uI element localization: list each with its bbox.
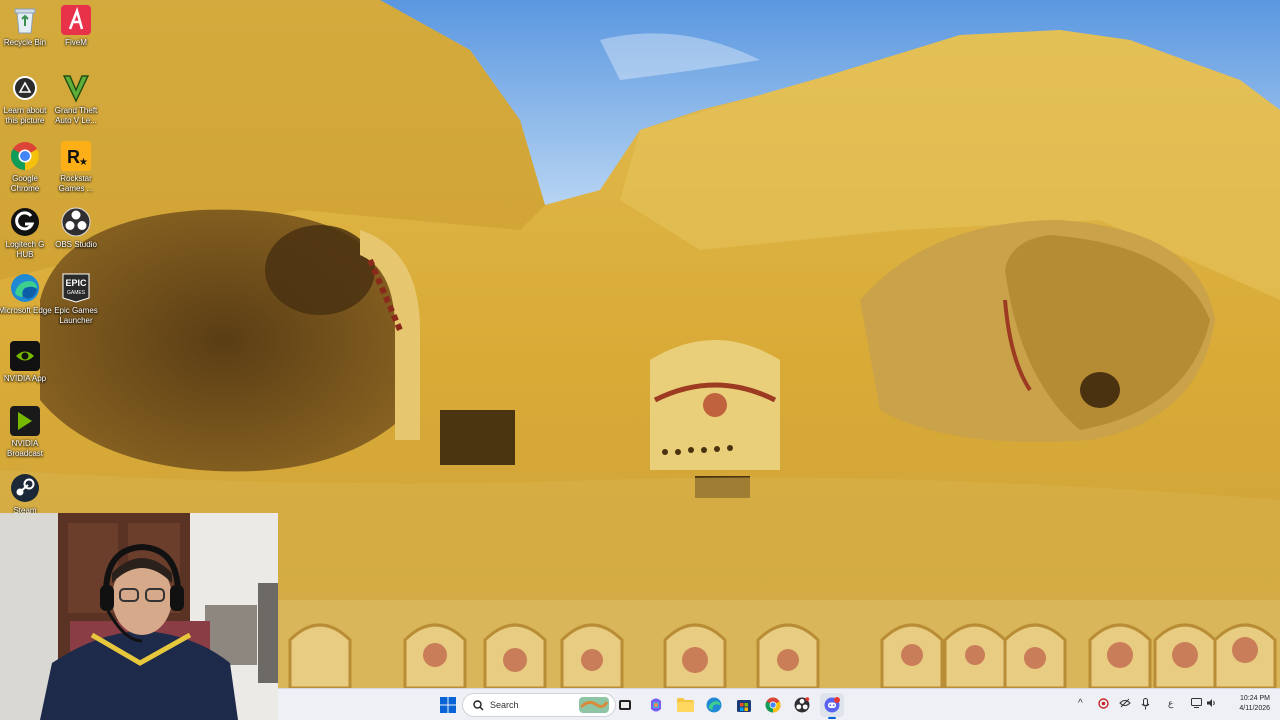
copilot-icon <box>651 698 661 712</box>
desktop-icon-obs-studio[interactable]: OBS Studio <box>51 206 101 250</box>
svg-text:EPIC: EPIC <box>65 278 87 288</box>
desktop-icon-label: Recycle Bin <box>3 38 47 47</box>
start-button[interactable] <box>436 693 460 717</box>
copilot-button[interactable] <box>644 693 668 717</box>
desktop-icon-logitech-g-hub[interactable]: Logitech G HUB <box>0 206 50 260</box>
taskbar-search-box[interactable]: Search <box>462 693 616 717</box>
desktop-icon-gta-v[interactable]: Grand Theft Auto V Le... <box>51 72 101 126</box>
search-icon <box>473 699 484 710</box>
discord-icon <box>824 697 840 713</box>
taskbar-clock[interactable]: 10:24 PM 4/11/2026 <box>1239 694 1270 714</box>
svg-text:GAMES: GAMES <box>67 290 86 296</box>
taskbar-edge-button[interactable] <box>702 693 726 717</box>
desktop-icon-label: Microsoft Edge <box>0 306 52 315</box>
desktop-icon-recycle-bin[interactable]: Recycle Bin <box>0 4 50 48</box>
desktop-icon-google-chrome[interactable]: Google Chrome <box>0 140 50 194</box>
microphone-icon[interactable] <box>1141 698 1150 713</box>
windows-logo-icon <box>440 697 456 713</box>
desktop-icon-steam[interactable]: Steam <box>0 472 50 516</box>
info-camera-icon <box>9 72 41 104</box>
nvidia-broadcast-icon <box>9 405 41 437</box>
desktop-icon-label: Rockstar Games ... <box>58 174 94 193</box>
taskbar: Search ^ ع 10:24 PM 4/11/2026 <box>278 688 1280 720</box>
taskbar-discord-button[interactable] <box>820 693 844 719</box>
obs-icon <box>794 697 810 713</box>
nvidia-icon <box>9 340 41 372</box>
desktop-icon-label: OBS Studio <box>55 240 97 249</box>
obs-icon <box>60 206 92 238</box>
task-view-icon <box>619 700 631 710</box>
gta-v-icon <box>60 72 92 104</box>
edge-icon <box>9 272 41 304</box>
store-icon <box>737 700 751 712</box>
microsoft-store-button[interactable] <box>732 693 756 717</box>
rockstar-icon: R ★ <box>60 140 92 172</box>
clock-time: 10:24 PM <box>1240 695 1270 702</box>
desktop-icon-epic-games[interactable]: EPIC GAMES Epic Games Launcher <box>51 272 101 326</box>
logitech-g-icon <box>9 206 41 238</box>
desktop-icon-label: FiveM <box>65 38 87 47</box>
display-icon[interactable] <box>1191 698 1202 711</box>
chrome-icon <box>9 140 41 172</box>
desktop-icon-label: Grand Theft Auto V Le... <box>54 106 98 125</box>
desktop-icon-rockstar-games[interactable]: R ★ Rockstar Games ... <box>51 140 101 194</box>
taskbar-obs-button[interactable] <box>790 693 814 717</box>
search-label: Search <box>490 700 519 710</box>
clock-date: 4/11/2026 <box>1239 705 1270 712</box>
tray-eye-off-icon[interactable] <box>1119 698 1131 711</box>
desktop-icon-microsoft-edge[interactable]: Microsoft Edge <box>0 272 52 316</box>
desktop-icon-nvidia-app[interactable]: NVIDIA App <box>0 340 50 384</box>
recycle-bin-icon <box>9 4 41 36</box>
search-highlight-icon <box>579 697 609 713</box>
tray-app-icon[interactable] <box>1098 698 1109 712</box>
chevron-up-icon[interactable]: ^ <box>1078 698 1083 709</box>
language-icon[interactable]: ع <box>1168 698 1173 709</box>
desktop-icon-label: Epic Games Launcher <box>54 306 98 325</box>
desktop-icon-label: Google Chrome <box>10 174 40 193</box>
folder-icon <box>676 698 694 712</box>
steam-icon <box>9 472 41 504</box>
desktop-icon-label: Logitech G HUB <box>5 240 45 259</box>
webcam-overlay <box>0 513 278 720</box>
taskbar-chrome-button[interactable] <box>761 693 785 717</box>
svg-text:★: ★ <box>79 157 88 168</box>
desktop-icon-fivem[interactable]: FiveM <box>51 4 101 48</box>
task-view-button[interactable] <box>613 693 637 717</box>
edge-icon <box>706 697 722 713</box>
desktop-icon-nvidia-broadcast[interactable]: NVIDIA Broadcast <box>0 405 50 459</box>
desktop-icon-label: Learn about this picture <box>3 106 47 125</box>
desktop-icon-label: NVIDIA App <box>3 374 47 383</box>
volume-icon[interactable] <box>1206 698 1217 711</box>
file-explorer-button[interactable] <box>673 693 697 717</box>
epic-games-icon: EPIC GAMES <box>60 272 92 304</box>
fivem-icon <box>60 4 92 36</box>
chrome-icon <box>765 697 781 713</box>
desktop-icon-learn-about-picture[interactable]: Learn about this picture <box>0 72 50 126</box>
desktop-icon-label: NVIDIA Broadcast <box>6 439 44 458</box>
